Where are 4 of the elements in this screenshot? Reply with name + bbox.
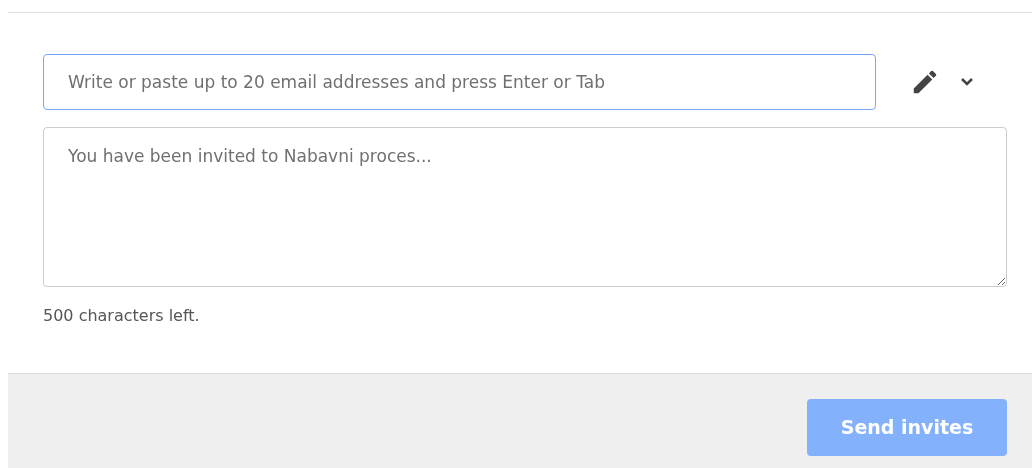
chevron-down-icon (960, 77, 974, 87)
email-field[interactable]: Write or paste up to 20 email addresses and press Enter or Tab (43, 54, 876, 110)
character-count: 500 characters left. (43, 305, 201, 327)
message-field[interactable]: You have been invited to Nabavni proces... (43, 127, 1007, 287)
